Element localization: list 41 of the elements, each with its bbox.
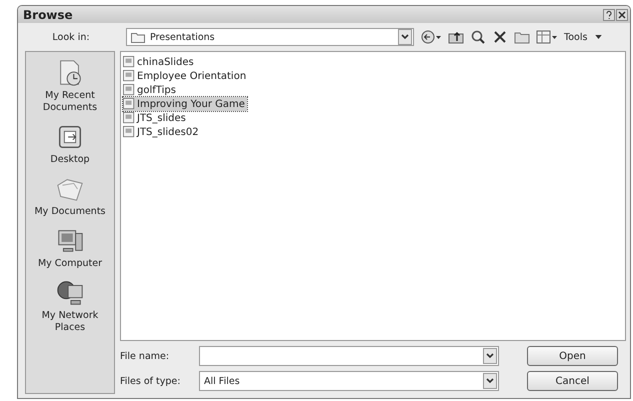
look-in-label: Look in: [51, 32, 91, 42]
back-icon[interactable] [420, 29, 442, 45]
search-icon[interactable] [470, 29, 486, 45]
file-item[interactable]: Employee Orientation [123, 69, 248, 83]
file-name-label: File name: [120, 350, 170, 362]
places-item[interactable]: My Network Places [27, 278, 113, 334]
file-item[interactable]: chinaSlides [123, 55, 196, 69]
help-icon[interactable] [603, 8, 615, 20]
presentation-file-icon [123, 84, 135, 96]
places-item[interactable]: My Computer [27, 226, 113, 270]
look-in-dropdown[interactable]: Presentations [126, 28, 414, 46]
presentation-file-icon [123, 70, 135, 82]
views-icon[interactable] [536, 29, 558, 45]
file-item[interactable]: golfTips [123, 83, 178, 97]
caret-icon [595, 35, 602, 39]
file-type-label: Files of type: [120, 376, 182, 386]
presentation-file-icon [123, 98, 135, 110]
file-type-dropdown[interactable]: All Files [199, 371, 499, 391]
presentation-file-icon [123, 112, 135, 124]
file-name: JTS_slides [137, 112, 186, 124]
file-name: JTS_slides02 [137, 126, 199, 138]
presentation-file-icon [123, 126, 135, 138]
close-icon[interactable] [616, 8, 628, 20]
delete-icon[interactable] [492, 29, 508, 45]
up-folder-icon[interactable] [448, 29, 464, 45]
open-button[interactable]: Open [527, 346, 618, 366]
places-item[interactable]: Desktop [27, 122, 113, 166]
file-name-field[interactable] [199, 346, 499, 366]
window-title: Browse [23, 8, 73, 22]
cancel-button[interactable]: Cancel [527, 371, 618, 391]
file-name: Improving Your Game [137, 98, 245, 110]
file-name: Employee Orientation [137, 70, 246, 82]
presentation-file-icon [123, 56, 135, 68]
file-item[interactable]: JTS_slides02 [123, 125, 201, 139]
places-item[interactable]: My Recent Documents [27, 58, 113, 114]
file-item[interactable]: Improving Your Game [123, 97, 247, 111]
tools-menu[interactable]: Tools [564, 32, 602, 42]
places-item[interactable]: My Documents [27, 174, 113, 218]
file-item[interactable]: JTS_slides [123, 111, 188, 125]
file-name: chinaSlides [137, 56, 194, 68]
file-name: golfTips [137, 84, 176, 96]
